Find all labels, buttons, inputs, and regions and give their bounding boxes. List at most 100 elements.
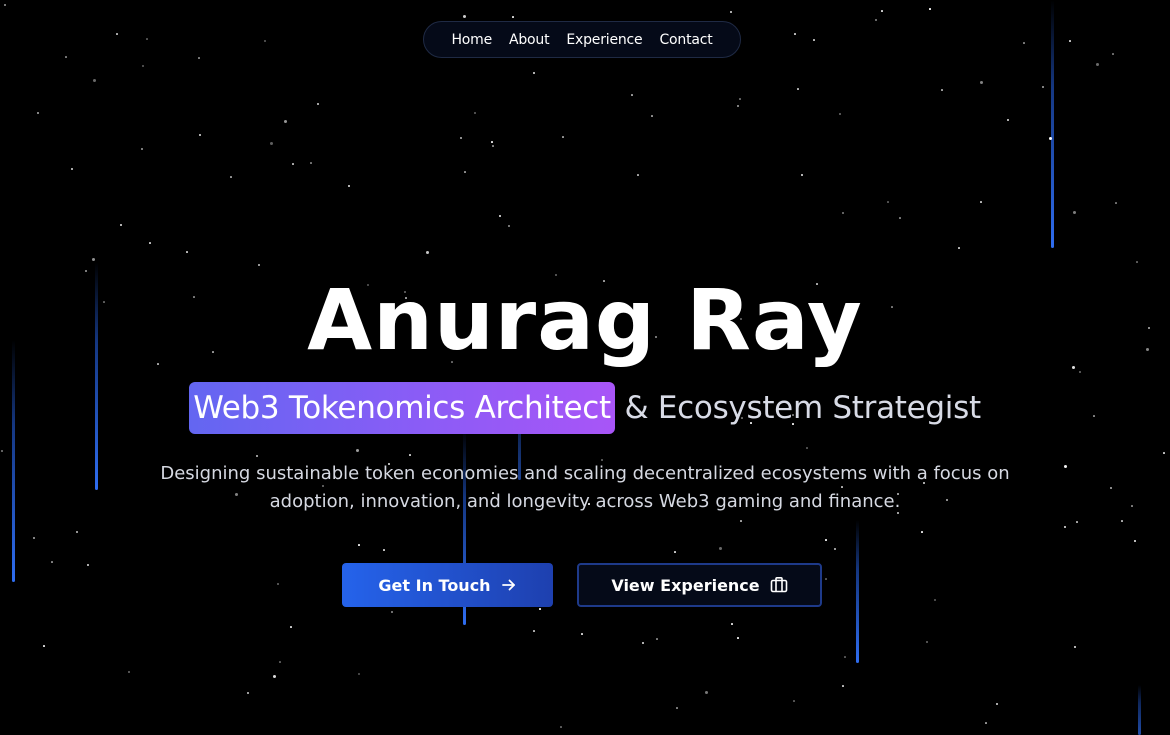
- star: [87, 564, 89, 566]
- star: [533, 72, 535, 74]
- page: Home About Experience Contact Anurag Ray…: [0, 0, 1170, 735]
- star: [793, 700, 795, 702]
- star: [825, 539, 827, 541]
- star: [198, 57, 200, 59]
- star: [581, 633, 583, 635]
- nav-contact[interactable]: Contact: [659, 32, 712, 48]
- star: [926, 641, 928, 643]
- star: [794, 33, 796, 35]
- star: [317, 103, 319, 105]
- star: [562, 136, 564, 138]
- star: [899, 217, 901, 219]
- star: [797, 88, 799, 90]
- light-streak: [1138, 685, 1141, 735]
- star: [409, 454, 411, 456]
- star: [33, 537, 35, 539]
- star: [149, 242, 151, 244]
- star: [674, 551, 676, 553]
- star: [731, 623, 733, 625]
- star: [492, 145, 494, 147]
- star: [499, 215, 501, 217]
- star: [1069, 40, 1071, 42]
- star: [1121, 520, 1123, 522]
- role-highlight: Web3 Tokenomics Architect: [189, 382, 615, 434]
- star: [651, 115, 653, 117]
- star: [1136, 261, 1138, 263]
- star: [842, 212, 844, 214]
- star: [637, 174, 639, 176]
- star: [881, 10, 883, 12]
- star: [290, 626, 292, 628]
- star: [391, 611, 393, 613]
- star: [93, 79, 96, 82]
- star: [1064, 465, 1067, 468]
- star: [512, 16, 514, 18]
- star: [825, 578, 827, 580]
- star: [1131, 505, 1133, 507]
- star: [980, 201, 982, 203]
- star: [92, 258, 95, 261]
- nav-experience[interactable]: Experience: [566, 32, 642, 48]
- star: [256, 455, 258, 457]
- star: [258, 264, 260, 266]
- star: [141, 148, 143, 150]
- star: [142, 65, 144, 67]
- star: [1134, 540, 1136, 542]
- view-experience-button[interactable]: View Experience: [577, 563, 822, 607]
- top-nav: Home About Experience Contact: [423, 21, 741, 58]
- star: [348, 185, 350, 187]
- star: [631, 94, 633, 96]
- star: [801, 174, 803, 176]
- star: [186, 251, 188, 253]
- arrow-right-icon: [501, 577, 517, 593]
- star: [116, 33, 118, 35]
- star: [737, 105, 739, 107]
- star: [1007, 119, 1009, 121]
- get-in-touch-button[interactable]: Get In Touch: [342, 563, 553, 607]
- star: [875, 19, 877, 21]
- nav-about[interactable]: About: [509, 32, 550, 48]
- nav-home[interactable]: Home: [451, 32, 492, 48]
- star: [474, 112, 476, 114]
- star: [739, 98, 741, 100]
- star: [806, 447, 808, 449]
- star: [958, 247, 960, 249]
- star: [1115, 202, 1117, 204]
- role-rest: & Ecosystem Strategist: [614, 390, 981, 426]
- briefcase-icon: [770, 576, 788, 594]
- hero-name: Anurag Ray: [307, 271, 863, 369]
- star: [996, 703, 998, 705]
- star: [1049, 137, 1052, 140]
- star: [460, 137, 462, 139]
- star: [51, 561, 53, 563]
- star: [463, 15, 466, 18]
- star: [491, 141, 493, 143]
- star: [844, 656, 846, 658]
- star: [676, 707, 678, 709]
- star: [284, 120, 287, 123]
- star: [230, 176, 232, 178]
- star: [65, 56, 67, 58]
- star: [887, 201, 889, 203]
- star: [1163, 452, 1165, 454]
- light-streak: [1051, 0, 1054, 248]
- view-experience-label: View Experience: [611, 575, 760, 595]
- star: [1073, 211, 1076, 214]
- star: [1110, 487, 1112, 489]
- star: [980, 81, 983, 84]
- star: [356, 449, 359, 452]
- star: [383, 549, 385, 551]
- star: [1112, 53, 1114, 55]
- star: [719, 547, 722, 550]
- star: [270, 142, 273, 145]
- star: [705, 691, 708, 694]
- star: [839, 113, 841, 115]
- hero-subtitle: Web3 Tokenomics Architect & Ecosystem St…: [0, 381, 1170, 435]
- star: [146, 38, 148, 40]
- star: [247, 692, 249, 694]
- hero-description: Designing sustainable token economies an…: [160, 463, 1010, 512]
- star: [934, 599, 936, 601]
- star: [71, 168, 73, 170]
- star: [277, 583, 279, 585]
- get-in-touch-label: Get In Touch: [378, 575, 491, 595]
